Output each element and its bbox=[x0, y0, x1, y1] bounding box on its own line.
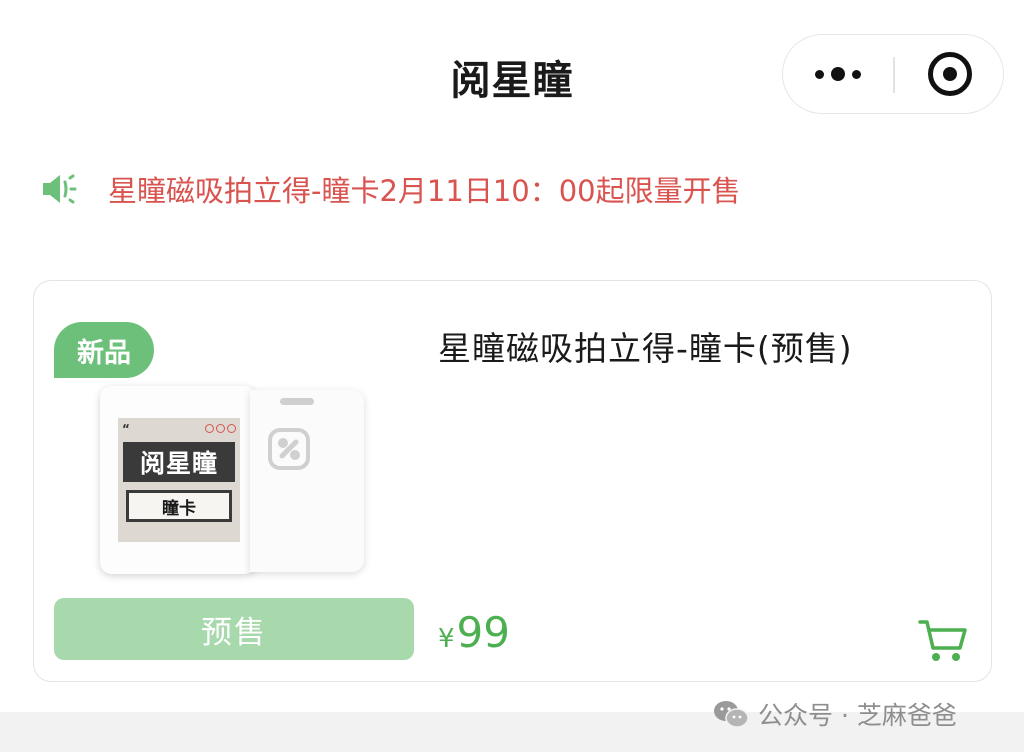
watermark-text: 公众号 · 芝麻爸爸 bbox=[758, 701, 957, 730]
currency-symbol: ¥ bbox=[438, 624, 455, 654]
watermark: 公众号 · 芝麻爸爸 bbox=[712, 696, 957, 732]
wechat-icon bbox=[714, 701, 749, 728]
product-image[interactable]: “ 阅星瞳 瞳卡 bbox=[100, 386, 365, 576]
announcement-bar[interactable]: 星瞳磁吸拍立得-瞳卡2月11日10：00起限量开售 bbox=[40, 168, 741, 210]
speaker-icon bbox=[43, 174, 77, 204]
presale-button[interactable]: 预售 bbox=[54, 598, 414, 660]
brand-logo-icon bbox=[268, 428, 310, 470]
screen-subtitle: 瞳卡 bbox=[126, 490, 232, 522]
close-button[interactable] bbox=[894, 35, 1005, 113]
device-screen: “ 阅星瞳 瞳卡 bbox=[118, 418, 240, 542]
device-front: “ 阅星瞳 瞳卡 bbox=[100, 386, 256, 574]
more-dots-icon bbox=[815, 69, 824, 79]
device-back bbox=[250, 390, 364, 572]
cart-icon[interactable] bbox=[918, 618, 968, 664]
price-value: 99 bbox=[456, 608, 510, 657]
announcement-text: 星瞳磁吸拍立得-瞳卡2月11日10：00起限量开售 bbox=[108, 174, 741, 208]
mini-program-capsule bbox=[782, 34, 1004, 114]
product-price: ¥ 99 bbox=[438, 608, 510, 657]
more-button[interactable] bbox=[783, 35, 893, 113]
new-badge: 新品 bbox=[54, 322, 154, 378]
screen-title: 阅星瞳 bbox=[123, 442, 235, 482]
product-name[interactable]: 星瞳磁吸拍立得-瞳卡(预售) bbox=[438, 322, 853, 370]
target-close-icon bbox=[927, 52, 972, 96]
